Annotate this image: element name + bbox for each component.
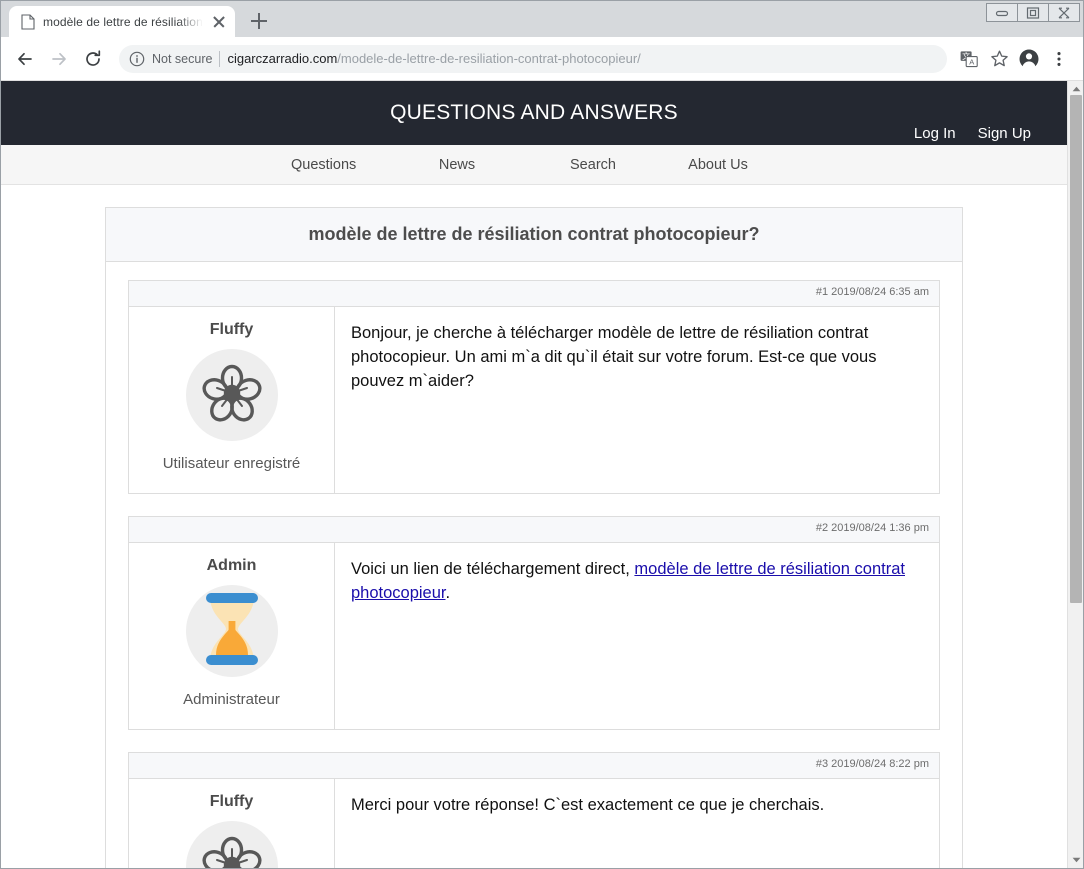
nav-item-questions[interactable]: Questions [291, 157, 355, 173]
post-item: #3 2019/08/24 8:22 pm Fluffy [128, 752, 940, 868]
post-content: Voici un lien de téléchargement direct, … [335, 543, 939, 729]
author-role: Utilisateur enregistré [139, 453, 324, 475]
scroll-down-arrow[interactable] [1068, 852, 1083, 868]
security-status: Not secure [152, 52, 212, 66]
auth-links: Log In Sign Up [914, 125, 1031, 142]
minimize-button[interactable] [986, 3, 1018, 22]
author-name: Admin [139, 557, 324, 575]
author-name: Fluffy [139, 321, 324, 339]
scrollbar-thumb[interactable] [1070, 95, 1082, 603]
site-header: QUESTIONS AND ANSWERS Log In Sign Up [1, 81, 1067, 145]
profile-icon[interactable] [1015, 45, 1043, 73]
post-text-after-link: . [446, 584, 451, 602]
flower-icon [200, 833, 264, 869]
translate-icon[interactable]: 文 A [955, 45, 983, 73]
post-body: Fluffy [129, 307, 939, 493]
nav-item-news[interactable]: News [435, 157, 479, 173]
post-author: Fluffy [129, 779, 335, 868]
page-icon [21, 14, 35, 30]
post-content: Bonjour, je cherche à télécharger modèle… [335, 307, 939, 493]
browser-window: modèle de lettre de résiliation co [0, 0, 1084, 869]
url-text: cigarczarradio.com/modele-de-lettre-de-r… [227, 51, 935, 66]
tab-title: modèle de lettre de résiliation co [43, 15, 203, 29]
post-item: #2 2019/08/24 1:36 pm Admin [128, 516, 940, 730]
address-bar[interactable]: Not secure cigarczarradio.com/modele-de-… [119, 45, 947, 73]
signup-link[interactable]: Sign Up [978, 125, 1031, 142]
post-meta: #3 2019/08/24 8:22 pm [129, 753, 939, 779]
post-meta: #2 2019/08/24 1:36 pm [129, 517, 939, 543]
thread-box: modèle de lettre de résiliation contrat … [105, 207, 963, 868]
post-author: Admin [129, 543, 335, 729]
star-icon[interactable] [985, 45, 1013, 73]
post-item: #1 2019/08/24 6:35 am Fluffy [128, 280, 940, 494]
post-body: Admin [129, 543, 939, 729]
close-button[interactable] [1048, 3, 1080, 22]
flower-icon [200, 361, 264, 430]
hourglass-icon [184, 581, 280, 682]
post-text-before-link: Voici un lien de téléchargement direct, [351, 560, 634, 578]
omnibox-divider [219, 51, 220, 67]
post-list: #1 2019/08/24 6:35 am Fluffy [106, 262, 962, 868]
web-page: QUESTIONS AND ANSWERS Log In Sign Up Que… [1, 81, 1067, 868]
info-icon [129, 51, 145, 67]
window-controls [987, 3, 1080, 22]
reload-button[interactable] [77, 43, 109, 75]
maximize-button[interactable] [1017, 3, 1049, 22]
browser-toolbar: Not secure cigarczarradio.com/modele-de-… [1, 37, 1083, 81]
login-link[interactable]: Log In [914, 125, 956, 142]
back-button[interactable] [9, 43, 41, 75]
post-content: Merci pour votre réponse! C`est exacteme… [335, 779, 939, 868]
site-nav: Questions News Search About Us [1, 145, 1067, 185]
post-meta: #1 2019/08/24 6:35 am [129, 281, 939, 307]
page-viewport: QUESTIONS AND ANSWERS Log In Sign Up Que… [1, 81, 1083, 868]
avatar [186, 585, 278, 677]
avatar [186, 821, 278, 868]
thread-wrapper: modèle de lettre de résiliation contrat … [1, 185, 1067, 868]
page-scrollbar[interactable] [1067, 81, 1083, 868]
url-path: /modele-de-lettre-de-resiliation-contrat… [337, 51, 640, 66]
nav-item-about-us[interactable]: About Us [687, 157, 749, 173]
avatar [186, 349, 278, 441]
site-title: QUESTIONS AND ANSWERS [1, 81, 1067, 125]
browser-tab[interactable]: modèle de lettre de résiliation co [9, 6, 235, 37]
tab-strip: modèle de lettre de résiliation co [1, 1, 1083, 37]
author-role: Administrateur [139, 689, 324, 711]
thread-title: modèle de lettre de résiliation contrat … [106, 208, 962, 262]
url-domain: cigarczarradio.com [227, 51, 337, 66]
nav-item-search[interactable]: Search [569, 157, 617, 173]
three-dot-menu-icon[interactable] [1045, 45, 1073, 73]
post-author: Fluffy [129, 307, 335, 493]
forward-button[interactable] [43, 43, 75, 75]
new-tab-button[interactable] [245, 7, 273, 35]
close-icon[interactable] [211, 14, 227, 30]
author-name: Fluffy [139, 793, 324, 811]
svg-text:A: A [969, 57, 974, 66]
post-body: Fluffy [129, 779, 939, 868]
